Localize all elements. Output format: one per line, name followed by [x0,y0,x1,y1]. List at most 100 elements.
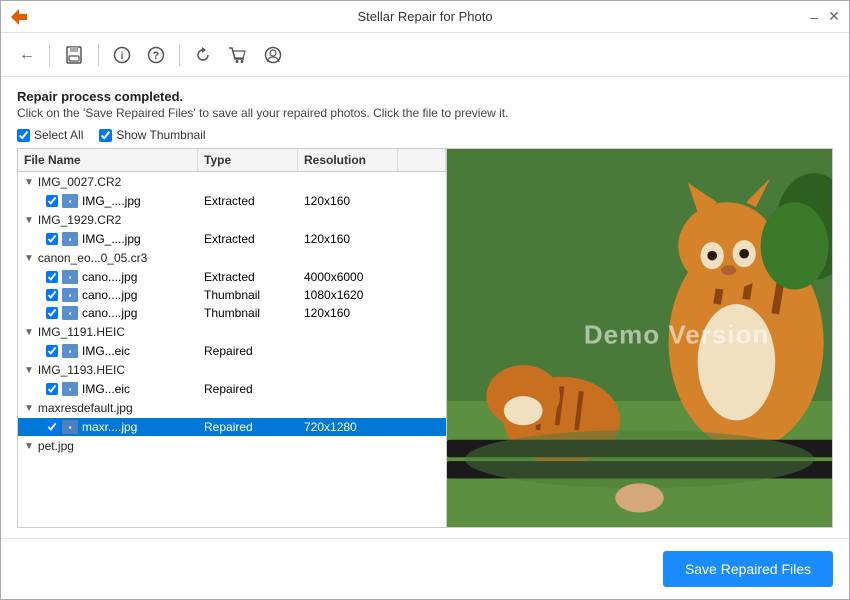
file-checkbox[interactable] [46,289,58,301]
group-name: IMG_1191.HEIC [38,325,125,339]
file-row-type: Repaired [198,344,298,358]
file-row[interactable]: ▪ IMG...eic Repaired [18,342,446,360]
user-icon [264,46,282,64]
group-row[interactable]: ▼ IMG_0027.CR2 [18,172,446,192]
toolbar-separator-2 [98,44,99,66]
toolbar-separator-3 [179,44,180,66]
cart-icon [228,46,248,64]
group-name: maxresdefault.jpg [38,401,133,415]
save-icon [64,45,84,65]
file-checkbox[interactable] [46,271,58,283]
group-arrow: ▼ [24,403,34,414]
main-area: File Name Type Resolution ▼ IMG_0027.CR2 [17,148,833,528]
file-row-res: 1080x1620 [298,288,398,302]
file-checkbox[interactable] [46,307,58,319]
file-row-res: 120x160 [298,194,398,208]
file-icon: ▪ [62,288,78,302]
file-row-res: 4000x6000 [298,270,398,284]
file-row-res: 120x160 [298,232,398,246]
content-area: Repair process completed. Click on the '… [1,77,849,538]
file-row-name: ▪ IMG_....jpg [18,232,198,246]
file-name-text: IMG_....jpg [82,232,141,246]
file-icon: ▪ [62,344,78,358]
file-row[interactable]: ▪ cano....jpg Thumbnail 120x160 [18,304,446,322]
group-name: IMG_0027.CR2 [38,175,121,189]
file-checkbox[interactable] [46,233,58,245]
file-row-type: Thumbnail [198,306,298,320]
title-bar-controls: – ✕ [807,10,841,24]
file-list-body[interactable]: ▼ IMG_0027.CR2 ▪ IMG_....jpg Extracted 1… [18,172,446,527]
app-icon [9,7,29,27]
file-row-type: Repaired [198,382,298,396]
group-arrow: ▼ [24,177,34,188]
file-row[interactable]: ▪ cano....jpg Extracted 4000x6000 [18,268,446,286]
back-button[interactable]: ← [13,42,41,68]
file-row-type: Extracted [198,194,298,208]
status-bold: Repair process completed. [17,89,833,104]
file-list-panel: File Name Type Resolution ▼ IMG_0027.CR2 [17,148,447,528]
file-checkbox[interactable] [46,421,58,433]
file-row-res: 120x160 [298,306,398,320]
svg-text:?: ? [153,50,160,62]
toolbar-separator-1 [49,44,50,66]
file-row[interactable]: ▪ IMG_....jpg Extracted 120x160 [18,192,446,210]
file-row-name: ▪ IMG_....jpg [18,194,198,208]
file-icon: ▪ [62,232,78,246]
info-icon: i [113,46,131,64]
file-name-text: IMG...eic [82,382,130,396]
header-scroll [398,149,446,171]
status-sub: Click on the 'Save Repaired Files' to sa… [17,106,833,120]
file-row-selected[interactable]: ▪ maxr....jpg Repaired 720x1280 [18,418,446,436]
file-icon: ▪ [62,194,78,208]
select-all-checkbox-label[interactable]: Select All [17,128,83,142]
file-row[interactable]: ▪ cano....jpg Thumbnail 1080x1620 [18,286,446,304]
file-row-type: Extracted [198,270,298,284]
file-icon: ▪ [62,382,78,396]
group-row[interactable]: ▼ IMG_1191.HEIC [18,322,446,342]
file-row-type: Repaired [198,420,298,434]
help-icon: ? [147,46,165,64]
file-row-name: ▪ maxr....jpg [18,420,198,434]
minimize-button[interactable]: – [807,10,821,24]
file-name-text: maxr....jpg [82,420,137,434]
group-row[interactable]: ▼ pet.jpg [18,436,446,456]
window-title: Stellar Repair for Photo [357,9,492,24]
select-all-checkbox[interactable] [17,129,30,142]
refresh-button[interactable] [188,42,218,68]
title-bar-left [9,7,37,27]
group-arrow: ▼ [24,253,34,264]
user-button[interactable] [258,42,288,68]
show-thumbnail-checkbox-label[interactable]: Show Thumbnail [99,128,205,142]
group-name: IMG_1193.HEIC [38,363,125,377]
options-bar: Select All Show Thumbnail [17,128,833,142]
close-button[interactable]: ✕ [827,10,841,24]
group-row[interactable]: ▼ IMG_1193.HEIC [18,360,446,380]
group-row[interactable]: ▼ canon_eo...0_05.cr3 [18,248,446,268]
file-row-name: ▪ IMG...eic [18,344,198,358]
cart-button[interactable] [222,42,254,68]
save-repaired-files-button[interactable]: Save Repaired Files [663,551,833,587]
file-name-text: cano....jpg [82,306,137,320]
group-row[interactable]: ▼ IMG_1929.CR2 [18,210,446,230]
save-toolbar-button[interactable] [58,41,90,69]
file-row[interactable]: ▪ IMG...eic Repaired [18,380,446,398]
file-name-text: IMG...eic [82,344,130,358]
file-icon: ▪ [62,420,78,434]
file-checkbox[interactable] [46,345,58,357]
info-button[interactable]: i [107,42,137,68]
file-row[interactable]: ▪ IMG_....jpg Extracted 120x160 [18,230,446,248]
header-type: Type [198,149,298,171]
show-thumbnail-checkbox[interactable] [99,129,112,142]
show-thumbnail-label: Show Thumbnail [116,128,205,142]
file-icon: ▪ [62,270,78,284]
file-row-name: ▪ cano....jpg [18,306,198,320]
group-row[interactable]: ▼ maxresdefault.jpg [18,398,446,418]
file-checkbox[interactable] [46,195,58,207]
group-name: IMG_1929.CR2 [38,213,121,227]
help-button[interactable]: ? [141,42,171,68]
file-name-text: cano....jpg [82,288,137,302]
file-row-type: Thumbnail [198,288,298,302]
group-arrow: ▼ [24,215,34,226]
select-all-label: Select All [34,128,83,142]
file-checkbox[interactable] [46,383,58,395]
